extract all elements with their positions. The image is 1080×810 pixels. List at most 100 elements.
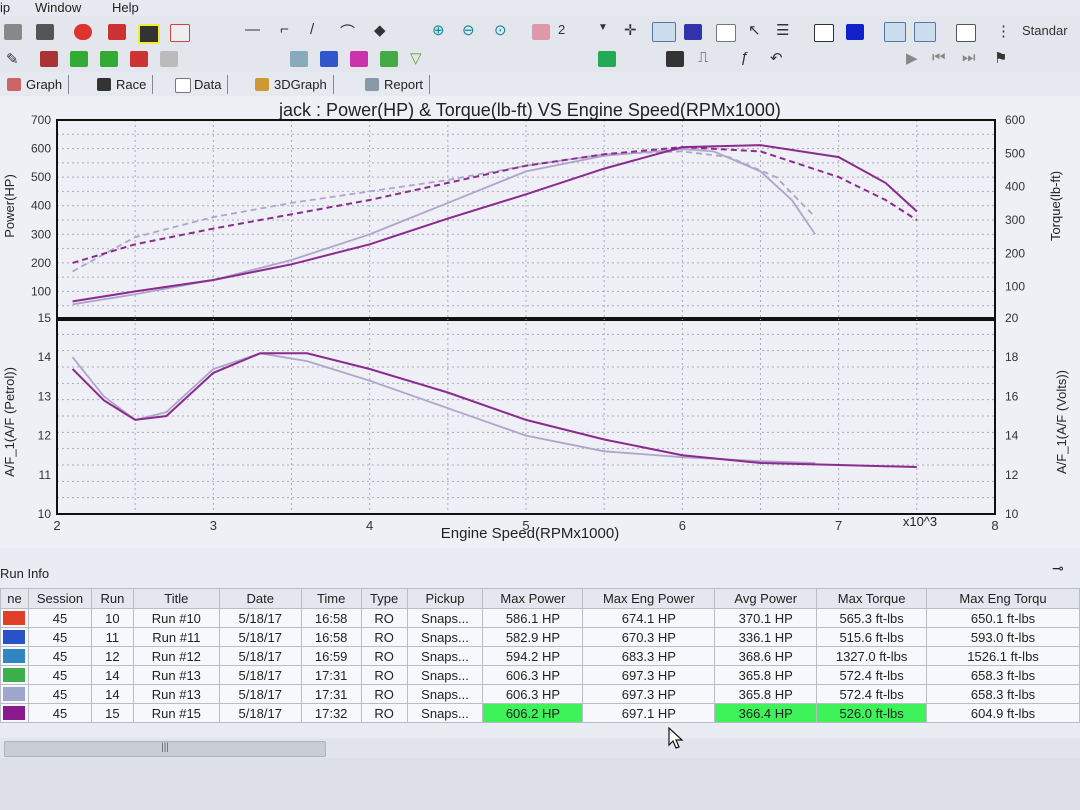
- function-icon[interactable]: ƒ: [740, 49, 748, 66]
- column-header[interactable]: Session: [27, 588, 92, 609]
- chart-icon[interactable]: [814, 24, 834, 42]
- open-icon[interactable]: [4, 24, 22, 40]
- table-cell: Snaps...: [406, 665, 484, 685]
- filter-icon[interactable]: ▽: [410, 49, 422, 67]
- skip-back-icon[interactable]: ⏮: [932, 49, 946, 66]
- zoom-out-icon[interactable]: ⊖: [462, 21, 475, 39]
- column-header[interactable]: Pickup: [406, 588, 484, 609]
- window-icon[interactable]: [884, 22, 906, 42]
- scrollbar-thumb[interactable]: |||: [4, 741, 326, 757]
- marker-icon[interactable]: [130, 51, 148, 67]
- column-header[interactable]: Max Eng Torqu: [926, 588, 1080, 609]
- color-box: [3, 611, 26, 625]
- table-cell: Snaps...: [406, 703, 484, 723]
- zoom-in-icon[interactable]: ⊕: [432, 21, 445, 39]
- table-row[interactable]: 45 11 Run #11 5/18/17 16:58 RO Snaps... 582.9 H…: [0, 627, 1080, 647]
- column-header[interactable]: ne: [0, 588, 29, 609]
- column-header[interactable]: Type: [360, 588, 408, 609]
- color-icon[interactable]: [684, 24, 702, 40]
- y2-tick-label: 14: [1005, 429, 1019, 443]
- table-cell: 45: [27, 646, 92, 666]
- grid-icon[interactable]: [652, 22, 676, 42]
- table-cell: 572.4 ft-lbs: [816, 665, 928, 685]
- column-header[interactable]: Max Power: [482, 588, 584, 609]
- bars-icon[interactable]: [100, 51, 118, 67]
- disabled-icon[interactable]: [160, 51, 178, 67]
- run-color-swatch[interactable]: [0, 665, 29, 685]
- green-grid-icon[interactable]: [70, 51, 88, 67]
- y-tick-label: 100: [31, 284, 51, 298]
- line-curve-icon[interactable]: ⌒: [340, 21, 355, 42]
- print-icon[interactable]: [36, 24, 54, 40]
- split-window-icon[interactable]: [914, 22, 936, 42]
- table-cell: 1327.0 ft-lbs: [816, 646, 928, 666]
- export-icon[interactable]: [170, 24, 190, 42]
- run-color-swatch[interactable]: [0, 646, 29, 666]
- align-icon[interactable]: [846, 24, 864, 40]
- table-cell: Snaps...: [406, 646, 484, 666]
- table-row[interactable]: 45 14 Run #13 5/18/17 17:31 RO Snaps... 606.3 H…: [0, 684, 1080, 704]
- menu-item-window[interactable]: Window: [35, 0, 81, 15]
- table-cell: 45: [27, 665, 92, 685]
- y-tick-label: 200: [31, 256, 51, 270]
- run-color-swatch[interactable]: [0, 627, 29, 647]
- play-icon[interactable]: ▶: [906, 49, 918, 67]
- horizontal-scrollbar[interactable]: |||: [0, 738, 1080, 758]
- runs-icon[interactable]: [532, 24, 550, 40]
- tab-race[interactable]: Race: [94, 75, 154, 94]
- tab-data[interactable]: Data: [172, 75, 229, 94]
- line-flat-icon[interactable]: —: [245, 21, 260, 38]
- table-row[interactable]: 45 12 Run #12 5/18/17 16:59 RO Snaps... 594.2 H…: [0, 646, 1080, 666]
- step-signal-icon[interactable]: ⎍: [698, 49, 709, 66]
- open-file-icon[interactable]: [290, 51, 308, 67]
- column-header[interactable]: Run: [90, 588, 134, 609]
- zoom-fit-icon[interactable]: ⊙: [494, 21, 507, 39]
- column-header[interactable]: Title: [132, 588, 220, 609]
- tab-3dgraph[interactable]: 3DGraph: [252, 75, 334, 94]
- run-color-swatch[interactable]: [0, 703, 29, 723]
- pin-panel-icon[interactable]: ⊸: [1052, 560, 1064, 577]
- table-icon[interactable]: [716, 24, 736, 42]
- table-cell: 14: [90, 665, 134, 685]
- menu-item-help[interactable]: Help: [112, 0, 139, 15]
- column-header[interactable]: Date: [218, 588, 302, 609]
- flag-icon[interactable]: ⚑: [994, 49, 1007, 67]
- standard-label[interactable]: Standar: [1022, 23, 1068, 38]
- line-diagonal-icon[interactable]: /: [310, 21, 314, 38]
- column-header[interactable]: Avg Power: [714, 588, 818, 609]
- line-step-icon[interactable]: ⌐: [280, 21, 289, 38]
- user-icon[interactable]: [380, 51, 398, 67]
- menu-item-ip[interactable]: ip: [0, 0, 10, 15]
- column-header[interactable]: Time: [300, 588, 362, 609]
- pen-icon[interactable]: ✎: [6, 50, 19, 68]
- table-row[interactable]: 45 10 Run #10 5/18/17 16:58 RO Snaps... 586.1 H…: [0, 608, 1080, 628]
- camera-icon[interactable]: [138, 24, 160, 44]
- table-row[interactable]: 45 15 Run #15 5/18/17 17:32 RO Snaps... 606.2 H…: [0, 703, 1080, 723]
- column-header[interactable]: Max Torque: [816, 588, 928, 609]
- skip-forward-icon[interactable]: ⏭: [962, 49, 976, 66]
- record-icon[interactable]: [74, 24, 92, 40]
- waveform-icon[interactable]: [598, 51, 616, 67]
- highlighter-icon[interactable]: [350, 51, 368, 67]
- copy-window-icon[interactable]: [956, 24, 976, 42]
- list-icon[interactable]: ☰: [776, 21, 789, 39]
- run-color-swatch[interactable]: [0, 608, 29, 628]
- y2-tick-label: 200: [1005, 246, 1025, 260]
- column-header[interactable]: Max Eng Power: [582, 588, 716, 609]
- tab-report[interactable]: Report: [362, 75, 431, 94]
- data-table-icon: [175, 78, 191, 93]
- table-cell: 5/18/17: [218, 684, 302, 704]
- curve-edit-icon[interactable]: ↶: [770, 49, 783, 67]
- eraser-icon[interactable]: [108, 24, 126, 40]
- tag-icon[interactable]: [320, 51, 338, 67]
- table-row[interactable]: 45 14 Run #13 5/18/17 17:31 RO Snaps... 606.3 H…: [0, 665, 1080, 685]
- pointer-icon[interactable]: ↖: [748, 21, 761, 39]
- scope-icon[interactable]: [666, 51, 684, 67]
- run-color-swatch[interactable]: [0, 684, 29, 704]
- fill-icon[interactable]: ◆: [374, 21, 386, 39]
- pin-icon[interactable]: [40, 51, 58, 67]
- crosshair-icon[interactable]: ✛: [624, 21, 637, 39]
- y2-tick-label: 300: [1005, 213, 1025, 227]
- tab-graph[interactable]: Graph: [4, 75, 70, 94]
- run-count-dropdown-icon[interactable]: ▼: [598, 22, 608, 33]
